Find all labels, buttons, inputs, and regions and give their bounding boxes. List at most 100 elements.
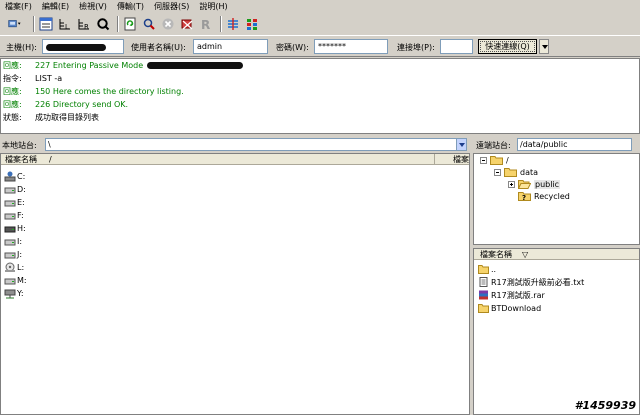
log-row: 狀態: 成功取得目錄列表 [3,112,99,124]
list-item[interactable]: C: [4,170,25,183]
expand-icon[interactable] [508,180,515,188]
list-item[interactable]: D: [4,183,26,196]
remote-col-name[interactable]: 檔案名稱 [480,249,512,260]
process-queue-button[interactable] [141,16,157,32]
menu-server[interactable]: 伺服器(S) [149,1,194,12]
site-manager-icon [8,20,21,28]
menu-help[interactable]: 說明(H) [194,1,232,12]
menu-transfer[interactable]: 傳輸(T) [112,1,149,12]
list-item[interactable]: R17測試版.rar [478,289,545,301]
log-text: LIST -a [35,74,63,83]
host-input[interactable] [42,39,124,54]
drive-label: Y: [17,289,24,298]
list-item[interactable]: M: [4,274,27,287]
list-item[interactable]: Y: [4,287,24,300]
menu-edit[interactable]: 編輯(E) [37,1,74,12]
compare-button[interactable] [244,16,260,32]
log-kind: 狀態: [3,113,22,122]
remote-path-input[interactable]: /data/public [517,138,632,151]
toggle-queue-button[interactable] [95,16,111,32]
menu-file[interactable]: 檔案(F) [0,1,37,12]
local-file-list[interactable]: 檔案名稱 / 檔案 C: D: E: F: H: I: J: L: M: Y: [0,153,470,415]
local-site-bar: 本地站台: \ [0,137,470,152]
cancel-button[interactable] [160,16,176,32]
toggle-log-button[interactable] [38,16,54,32]
filter-icon [228,18,238,30]
drive-label: L: [17,263,25,272]
toggle-local-tree-button[interactable]: L [57,16,73,32]
local-site-label: 本地站台: [2,141,37,150]
hard-drive-icon [4,200,16,207]
password-label: 密碼(W): [276,43,309,52]
message-log[interactable]: 回應: 227 Entering Passive Mode 指令: LIST -a … [0,58,640,134]
drive-label: C: [17,172,26,181]
folder-icon [478,265,489,274]
remote-list-header: 檔案名稱 ▽ [474,249,639,260]
folder-icon [504,168,517,177]
file-name: .. [491,264,497,274]
collapse-icon[interactable] [494,168,501,176]
log-kind: 回應: [3,100,22,109]
unknown-folder-icon: ? [518,192,531,201]
password-input[interactable]: ******* [314,39,388,54]
local-path-input[interactable]: \ [45,138,457,151]
log-kind: 回應: [3,61,22,70]
drive-label: E: [17,198,25,207]
remote-file-list[interactable]: 檔案名稱 ▽ .. R17測試版升級前必看.txt R17測試版.rar BTD… [473,248,640,415]
log-row: 回應: 150 Here comes the directory listing. [3,86,184,98]
site-manager-button[interactable] [3,16,27,32]
list-item[interactable]: E: [4,196,25,209]
file-name: R17測試版.rar [491,290,545,300]
file-name: BTDownload [491,303,542,313]
tree-node-public[interactable]: public [508,178,561,190]
port-input[interactable] [440,39,473,54]
list-item[interactable]: I: [4,235,22,248]
refresh-button[interactable] [122,16,138,32]
log-row: 回應: 226 Directory send OK. [3,99,128,111]
toolbar-separator [220,16,222,32]
watermark: #1459939 [574,399,636,412]
redacted-address [146,62,243,69]
hard-drive-icon [4,239,16,246]
quickconnect-button[interactable]: 快速連線(Q) [478,39,537,54]
folder-icon [490,156,503,165]
list-item[interactable]: H: [4,222,26,235]
host-label: 主機(H): [6,43,37,52]
text-file-icon [479,277,488,287]
menu-view[interactable]: 檢視(V) [74,1,112,12]
quickconnect-dropdown-button[interactable] [539,39,549,54]
list-item[interactable]: BTDownload [478,302,541,314]
local-path-dropdown[interactable] [456,138,467,151]
reconnect-button[interactable]: R [198,16,214,32]
filter-button[interactable] [225,16,241,32]
log-row: 回應: 227 Entering Passive Mode [3,60,243,72]
toggle-remote-tree-button[interactable]: R [76,16,92,32]
list-item[interactable]: F: [4,209,24,222]
list-item[interactable]: .. [478,263,496,275]
toolbar-separator [33,16,35,32]
drive-label: I: [17,237,23,246]
local-col-name[interactable]: 檔案名稱 [5,154,37,165]
log-row: 指令: LIST -a [3,73,62,85]
log-text: 150 Here comes the directory listing. [35,87,184,96]
disconnect-button[interactable] [179,16,195,32]
tree-node-recycled[interactable]: ? Recycled [518,190,570,202]
tree-node-root[interactable]: / [480,154,509,166]
hard-drive-icon [4,252,16,259]
drive-label: H: [17,224,26,233]
username-input[interactable]: admin [193,39,268,54]
cancel-icon [162,18,174,30]
collapse-icon[interactable] [480,156,487,164]
list-item[interactable]: J: [4,248,22,261]
archive-icon [479,290,488,300]
tree-label: Recycled [534,191,570,201]
remote-directory-tree[interactable]: / data public ? Recycled [473,153,640,245]
svg-text:R: R [201,18,210,31]
drive-label: J: [17,250,23,259]
open-folder-icon [518,180,531,189]
local-col-right[interactable]: 檔案 [434,154,469,165]
folder-icon [478,304,489,313]
list-item[interactable]: L: [4,261,24,274]
tree-node-data[interactable]: data [494,166,538,178]
list-item[interactable]: R17測試版升級前必看.txt [478,276,584,288]
